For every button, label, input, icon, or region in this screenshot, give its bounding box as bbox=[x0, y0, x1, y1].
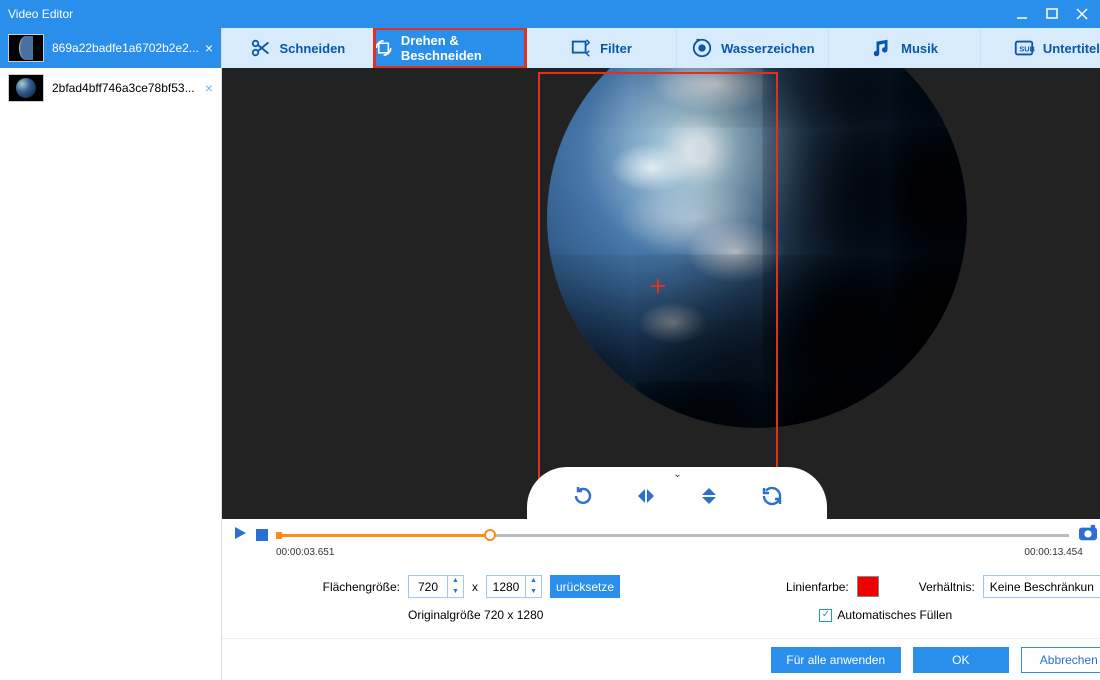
play-icon[interactable] bbox=[232, 525, 248, 546]
reset-size-button[interactable]: urücksetze bbox=[550, 575, 620, 598]
remove-file-icon[interactable]: × bbox=[205, 80, 213, 96]
width-input[interactable] bbox=[409, 576, 447, 597]
tab-label: Filter bbox=[600, 41, 632, 56]
height-input[interactable] bbox=[487, 576, 525, 597]
snapshot-icon[interactable] bbox=[1077, 524, 1099, 547]
seek-thumb[interactable] bbox=[484, 529, 496, 541]
collapse-toolbar-icon[interactable]: ⌄ bbox=[673, 469, 681, 480]
tab-label: Wasserzeichen bbox=[721, 41, 814, 56]
tab-watermark[interactable]: Wasserzeichen bbox=[677, 28, 829, 68]
flip-horizontal-icon[interactable] bbox=[630, 480, 662, 512]
stop-icon[interactable] bbox=[256, 529, 268, 541]
tab-rotate-crop[interactable]: Drehen & Beschneiden bbox=[374, 28, 526, 68]
remove-file-icon[interactable]: × bbox=[205, 40, 213, 56]
step-up-icon[interactable]: ▲ bbox=[526, 576, 541, 587]
linecolor-swatch[interactable] bbox=[857, 576, 879, 597]
height-stepper[interactable]: ▲▼ bbox=[486, 575, 542, 598]
sidebar-item-file-1[interactable]: 869a22badfe1a6702b2e2... × bbox=[0, 28, 221, 68]
sidebar-item-label: 2bfad4bff746a3ce78bf53... bbox=[52, 81, 199, 95]
step-down-icon[interactable]: ▼ bbox=[526, 587, 541, 598]
tool-tabs: Schneiden Drehen & Beschneiden Filter Wa… bbox=[222, 28, 1100, 68]
sidebar-item-file-2[interactable]: 2bfad4bff746a3ce78bf53... × bbox=[0, 68, 221, 108]
ratio-select[interactable]: Keine Beschränkun ▼ bbox=[983, 575, 1100, 598]
minimize-icon[interactable] bbox=[1014, 7, 1032, 21]
tab-label: Schneiden bbox=[280, 41, 346, 56]
filter-icon bbox=[570, 37, 592, 59]
x-separator: x bbox=[472, 580, 478, 594]
flip-vertical-icon[interactable] bbox=[693, 480, 725, 512]
titlebar[interactable]: Video Editor bbox=[0, 0, 1100, 28]
rotate-cw-icon[interactable] bbox=[567, 480, 599, 512]
crop-rotate-icon bbox=[374, 37, 393, 59]
subtitle-icon: SUB bbox=[1013, 37, 1035, 59]
music-icon bbox=[871, 37, 893, 59]
sidebar-item-label: 869a22badfe1a6702b2e2... bbox=[52, 41, 199, 55]
ok-button[interactable]: OK bbox=[913, 647, 1009, 673]
step-down-icon[interactable]: ▼ bbox=[448, 587, 463, 598]
tab-cut[interactable]: Schneiden bbox=[222, 28, 374, 68]
close-icon[interactable] bbox=[1074, 7, 1092, 21]
tab-label: Musik bbox=[901, 41, 938, 56]
linecolor-label: Linienfarbe: bbox=[786, 580, 849, 594]
rotate-toolbar: ⌄ bbox=[527, 467, 827, 519]
maximize-icon[interactable] bbox=[1044, 7, 1062, 21]
dialog-footer: Für alle anwenden OK Abbrechen bbox=[222, 638, 1100, 680]
tab-label: Untertitel bbox=[1043, 41, 1100, 56]
tab-filter[interactable]: Filter bbox=[526, 28, 678, 68]
width-stepper[interactable]: ▲▼ bbox=[408, 575, 464, 598]
scissors-icon bbox=[250, 37, 272, 59]
timeline: 00:00:03.651 00:00:13.454 bbox=[222, 519, 1100, 565]
checkbox-icon: ✓ bbox=[819, 609, 832, 622]
ratio-value: Keine Beschränkun bbox=[990, 580, 1099, 594]
autofill-checkbox[interactable]: ✓ Automatisches Füllen bbox=[819, 608, 952, 622]
autofill-label: Automatisches Füllen bbox=[837, 608, 952, 622]
time-total: 00:00:13.454 bbox=[1024, 547, 1082, 558]
file-sidebar: 869a22badfe1a6702b2e2... × 2bfad4bff746a… bbox=[0, 28, 222, 680]
crop-center-icon[interactable] bbox=[651, 279, 665, 293]
app-title: Video Editor bbox=[8, 7, 73, 21]
reset-rotation-icon[interactable] bbox=[756, 480, 788, 512]
svg-text:SUB: SUB bbox=[1019, 45, 1034, 54]
tab-subtitle[interactable]: SUB Untertitel bbox=[981, 28, 1100, 68]
cancel-button[interactable]: Abbrechen bbox=[1021, 647, 1100, 673]
time-current: 00:00:03.651 bbox=[276, 547, 334, 558]
thumbnail bbox=[8, 74, 44, 102]
app-window: Video Editor 869a22badfe1a6702b2e2... × … bbox=[0, 0, 1100, 680]
crop-controls: Flächengröße: ▲▼ x ▲▼ urücksetze Linienf… bbox=[222, 565, 1100, 638]
ratio-label: Verhältnis: bbox=[919, 580, 975, 594]
thumbnail bbox=[8, 34, 44, 62]
tab-music[interactable]: Musik bbox=[829, 28, 981, 68]
preview-area: ⌄ bbox=[222, 68, 1100, 519]
step-up-icon[interactable]: ▲ bbox=[448, 576, 463, 587]
apply-all-button[interactable]: Für alle anwenden bbox=[771, 647, 901, 673]
area-size-label: Flächengröße: bbox=[312, 580, 400, 594]
watermark-icon bbox=[691, 37, 713, 59]
tab-label: Drehen & Beschneiden bbox=[401, 33, 525, 63]
seek-track[interactable] bbox=[276, 528, 1069, 542]
crop-rectangle[interactable] bbox=[538, 72, 778, 500]
original-size-label: Originalgröße 720 x 1280 bbox=[408, 608, 543, 622]
